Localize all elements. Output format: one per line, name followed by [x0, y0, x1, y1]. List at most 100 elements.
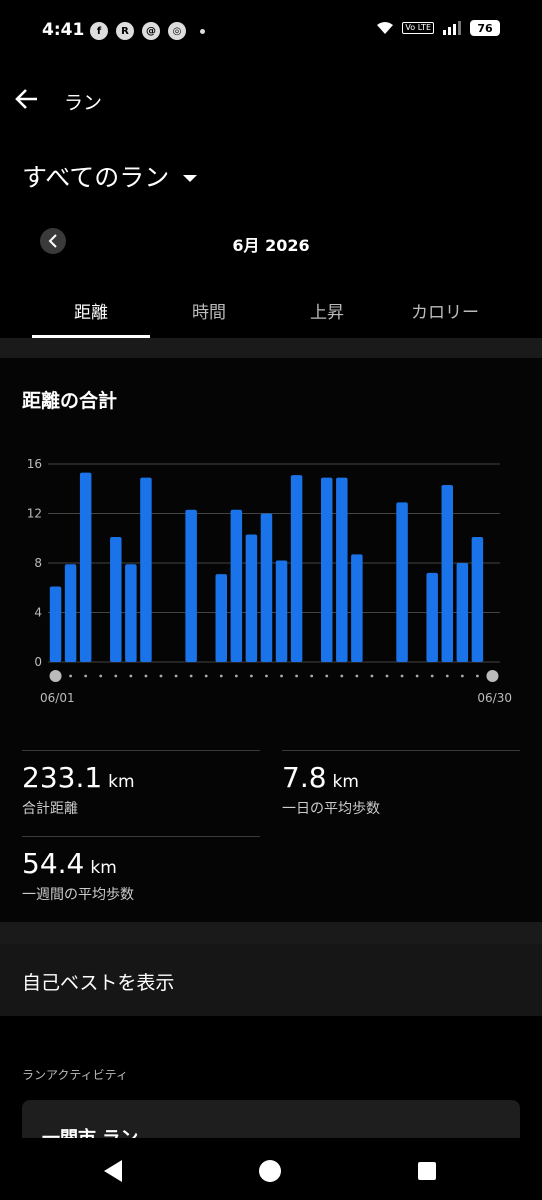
- distance-bar-chart: 0 4 8 12 16 06/01 06/30: [27, 457, 512, 705]
- bar-day-27: [441, 485, 454, 662]
- range-handle[interactable]: [49, 670, 62, 682]
- more-notifications-icon: [200, 28, 205, 34]
- x-axis-dot: [295, 674, 298, 678]
- volte-icon: Vo LTE: [402, 22, 434, 34]
- x-axis-dot: [476, 674, 479, 678]
- x-axis-dot: [400, 674, 404, 678]
- x-axis-dot: [159, 674, 163, 678]
- tab-elevation[interactable]: 上昇: [268, 282, 386, 338]
- y-tick-label: 0: [34, 655, 42, 669]
- wifi-icon: [377, 22, 394, 34]
- stat-daily-average: 7.8 km 一日の平均歩数: [282, 750, 520, 818]
- bar-day-2: [64, 564, 77, 662]
- y-tick-label: 8: [34, 556, 42, 570]
- caret-down-icon: [183, 174, 198, 182]
- status-bar: 4:41 f R @ ◎ Vo LTE 76: [0, 0, 542, 62]
- x-axis-dot: [204, 674, 208, 678]
- x-axis-dot: [129, 674, 133, 678]
- bar-day-26: [426, 572, 438, 662]
- stat-total-value: 233.1: [22, 761, 103, 794]
- x-axis-dot: [430, 674, 434, 678]
- tab-distance[interactable]: 距離: [32, 282, 150, 338]
- y-tick-label: 4: [34, 606, 42, 620]
- signal-icon: [443, 21, 461, 35]
- stat-total-unit: km: [108, 772, 135, 792]
- x-axis-dot: [325, 674, 329, 678]
- x-axis-dot: [234, 674, 238, 678]
- month-label: 6月 2026: [232, 236, 310, 255]
- x-axis-dot: [250, 674, 253, 678]
- x-axis-dot: [340, 674, 344, 678]
- tab-time[interactable]: 時間: [150, 282, 268, 338]
- bar-day-13: [230, 509, 243, 662]
- bar-day-16: [275, 560, 288, 662]
- stat-daily-label: 一日の平均歩数: [282, 801, 380, 817]
- x-axis-dot: [219, 674, 223, 678]
- x-axis-dot: [355, 674, 359, 678]
- activity-filter-dropdown[interactable]: すべてのラン: [22, 158, 198, 194]
- facebook-icon: f: [90, 22, 108, 40]
- stat-weekly-value: 54.4: [22, 847, 85, 880]
- bar-day-20: [336, 477, 348, 662]
- personal-best-label: 自己ベストを表示: [22, 972, 175, 994]
- x-axis-dot: [310, 674, 314, 678]
- x-axis-dot: [99, 674, 103, 678]
- section-divider: [0, 338, 542, 358]
- bar-day-28: [456, 563, 469, 662]
- stat-weekly-unit: km: [90, 858, 117, 878]
- y-tick-label: 16: [27, 457, 42, 471]
- system-icons: Vo LTE 76: [376, 20, 500, 36]
- x-axis-dot: [445, 674, 449, 678]
- bar-day-29: [471, 537, 484, 662]
- bar-day-17: [290, 475, 303, 662]
- activities-section-header: ランアクティビティ: [22, 1068, 128, 1082]
- x-axis-dot: [174, 674, 178, 678]
- bar-day-12: [215, 574, 228, 662]
- system-navigation-bar: [0, 1138, 542, 1200]
- bar-day-7: [140, 477, 152, 662]
- bar-day-5: [110, 537, 122, 662]
- status-time: 4:41: [42, 20, 85, 40]
- x-axis-dot: [280, 674, 283, 678]
- stat-total-distance: 233.1 km 合計距離: [22, 750, 260, 818]
- page-title: ラン: [64, 92, 103, 114]
- bar-day-15: [260, 513, 273, 662]
- bar-day-14: [245, 534, 258, 662]
- stat-weekly-label: 一週間の平均歩数: [22, 887, 134, 903]
- range-handle[interactable]: [486, 670, 499, 682]
- x-axis-dot: [415, 674, 419, 678]
- stat-weekly-average: 54.4 km 一週間の平均歩数: [22, 836, 260, 904]
- bar-day-10: [185, 509, 197, 662]
- stat-daily-value: 7.8: [282, 761, 327, 794]
- x-axis-dot: [84, 674, 88, 678]
- battery-icon: 76: [470, 20, 500, 36]
- bar-day-3: [79, 472, 92, 662]
- arrow-left-icon: [15, 89, 37, 109]
- nav-back-icon[interactable]: [104, 1160, 122, 1182]
- stat-total-label: 合計距離: [22, 801, 78, 817]
- threads-icon: @: [142, 22, 160, 40]
- bar-day-1: [49, 586, 62, 662]
- bar-day-19: [320, 477, 333, 662]
- section-divider: [0, 922, 542, 944]
- x-axis-dot: [370, 674, 374, 678]
- x-end-label: 06/30: [477, 691, 512, 705]
- rakuten-icon: R: [116, 22, 134, 40]
- y-tick-label: 12: [27, 507, 42, 521]
- nav-recents-icon[interactable]: [418, 1162, 436, 1180]
- tab-calories[interactable]: カロリー: [386, 282, 504, 338]
- notification-icons: f R @ ◎: [90, 22, 205, 40]
- metric-tabs: 距離 時間 上昇 カロリー: [0, 282, 542, 338]
- activity-filter-label: すべてのラン: [22, 163, 170, 192]
- personal-best-button[interactable]: 自己ベストを表示: [0, 944, 542, 1016]
- app-bar: ラン: [0, 70, 542, 130]
- nav-home-icon[interactable]: [259, 1160, 281, 1182]
- bar-day-6: [125, 564, 137, 662]
- month-selector: 6月 2026: [0, 226, 542, 258]
- x-axis-dot: [385, 674, 389, 678]
- x-axis-dot: [144, 674, 148, 678]
- x-axis-dot: [460, 674, 464, 678]
- x-axis-dot: [189, 674, 193, 678]
- back-button[interactable]: [12, 84, 42, 114]
- card-title: 距離の合計: [22, 390, 118, 412]
